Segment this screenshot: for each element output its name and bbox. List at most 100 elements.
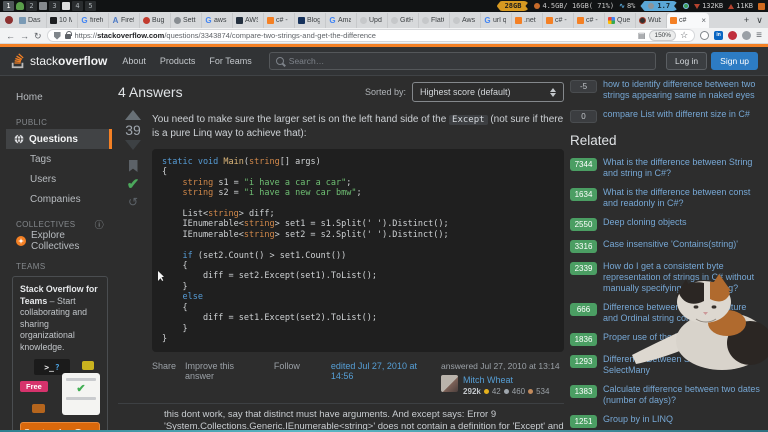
avatar[interactable] bbox=[441, 375, 459, 393]
back-button[interactable]: ← bbox=[6, 29, 15, 43]
browser-tab[interactable]: 10 M bbox=[47, 13, 78, 28]
improve-answer-link[interactable]: Improve this answer bbox=[185, 361, 265, 381]
workspace-number[interactable]: 3 bbox=[49, 1, 60, 11]
workspace-number[interactable]: 2 bbox=[26, 1, 37, 11]
https-lock-icon[interactable] bbox=[64, 31, 72, 39]
header-nav-link[interactable]: For Teams bbox=[202, 56, 258, 66]
bookmark-star-icon[interactable]: ☆ bbox=[680, 30, 688, 41]
browser-tab[interactable]: Setti bbox=[171, 13, 202, 28]
signup-button[interactable]: Sign up bbox=[711, 52, 758, 70]
browser-tab[interactable]: Blog bbox=[295, 13, 326, 28]
tab-close-icon[interactable]: × bbox=[701, 16, 706, 25]
workspace-item[interactable]: 1 bbox=[3, 1, 24, 11]
tab-list-dropdown[interactable]: ∨ bbox=[753, 13, 766, 28]
browser-tab[interactable]: Ama bbox=[326, 13, 357, 28]
tab-favicon bbox=[639, 17, 646, 24]
workspace-number[interactable]: 4 bbox=[72, 1, 83, 11]
sidebar-item-tags[interactable]: Tags bbox=[6, 149, 112, 169]
question-link[interactable]: compare List with different size in C# bbox=[603, 109, 750, 123]
author-stats: 292k 42 460 534 bbox=[463, 387, 549, 396]
question-link[interactable]: Case insensitive 'Contains(string)' bbox=[603, 239, 738, 253]
question-link[interactable]: Calculate difference between two dates (… bbox=[603, 384, 762, 406]
edited-timestamp-link[interactable]: edited Jul 27, 2010 at 14:56 bbox=[331, 361, 441, 381]
browser-tab[interactable]: Firef bbox=[109, 13, 140, 28]
browser-tab[interactable]: AWS bbox=[233, 13, 264, 28]
downvote-button[interactable] bbox=[125, 140, 141, 150]
browser-tab[interactable]: c# - E bbox=[574, 13, 605, 28]
workspace-number[interactable]: 1 bbox=[3, 1, 14, 11]
extension-clock-icon[interactable] bbox=[700, 31, 710, 40]
browser-tab[interactable]: Quer bbox=[605, 13, 636, 28]
new-tab-button[interactable]: + bbox=[740, 13, 753, 28]
reload-button[interactable]: ↻ bbox=[34, 29, 42, 43]
browser-tab[interactable]: Upd bbox=[357, 13, 388, 28]
reputation-score: 292k bbox=[463, 387, 481, 397]
silver-badge-count: 460 bbox=[511, 387, 526, 397]
explore-collectives-label: Explore Collectives bbox=[31, 230, 80, 252]
sidebar-item-companies[interactable]: Companies bbox=[6, 189, 112, 209]
extension-linkedin-icon[interactable] bbox=[714, 31, 724, 40]
reader-mode-icon[interactable]: ▤ bbox=[638, 31, 646, 40]
bookmark-icon[interactable] bbox=[128, 160, 138, 172]
share-link[interactable]: Share bbox=[152, 361, 176, 371]
free-badge: Free bbox=[20, 381, 48, 392]
sidebar-item-users[interactable]: Users bbox=[6, 169, 112, 189]
browser-tab[interactable]: Dash bbox=[16, 13, 47, 28]
url-path: /questions/3343874/compare-two-strings-a… bbox=[164, 31, 376, 40]
browser-tab[interactable]: FlatC bbox=[419, 13, 450, 28]
workspace-item[interactable]: 5 bbox=[85, 1, 96, 11]
sidebar-item-explore-collectives[interactable]: Explore Collectives bbox=[6, 230, 112, 252]
follow-link[interactable]: Follow bbox=[274, 361, 300, 371]
question-link[interactable]: What is the difference between const and… bbox=[603, 187, 762, 209]
workspace-item[interactable]: 2 bbox=[26, 1, 47, 11]
header-nav-link[interactable]: Products bbox=[153, 56, 203, 66]
activity-history-icon[interactable]: ↺ bbox=[128, 196, 138, 208]
browser-tab[interactable]: c# × bbox=[667, 13, 709, 28]
tab-title: c# - E bbox=[586, 17, 599, 24]
tab-favicon bbox=[360, 17, 367, 24]
browser-tab[interactable]: firefo bbox=[78, 13, 109, 28]
site-logo[interactable]: stackoverflow bbox=[10, 52, 107, 70]
workspace-item[interactable]: 4 bbox=[72, 1, 83, 11]
forward-button[interactable]: → bbox=[20, 29, 29, 43]
upvote-button[interactable] bbox=[125, 110, 141, 120]
extension-pocket-icon[interactable] bbox=[728, 31, 738, 40]
question-link[interactable]: how to identify difference between two s… bbox=[603, 79, 762, 101]
profile-icon[interactable] bbox=[742, 31, 752, 40]
question-score-badge: 0 bbox=[570, 110, 597, 123]
question-link[interactable]: Deep cloning objects bbox=[603, 217, 687, 231]
workspace-item[interactable]: 3 bbox=[49, 1, 70, 11]
browser-tab[interactable]: Wubi bbox=[636, 13, 667, 28]
question-score-badge: 2339 bbox=[570, 262, 597, 275]
browser-tab[interactable]: GitH bbox=[388, 13, 419, 28]
address-bar[interactable]: https://stackoverflow.com/questions/3343… bbox=[46, 29, 696, 42]
system-status-bar: 1 2 3 4 5 28GB 4.5GB/ 16GB(71%) ∿ 8% 1.… bbox=[0, 0, 768, 12]
sidebar-item-home[interactable]: Home bbox=[6, 87, 112, 107]
answers-count-heading: 4 Answers bbox=[118, 84, 183, 100]
sort-dropdown[interactable]: Highest score (default) bbox=[412, 82, 564, 102]
zoom-level-badge[interactable]: 150% bbox=[649, 30, 677, 41]
search-input[interactable] bbox=[288, 56, 649, 66]
search-bar[interactable] bbox=[268, 52, 656, 70]
browser-tab[interactable]: c# - C bbox=[264, 13, 295, 28]
browser-tab[interactable]: url q bbox=[481, 13, 512, 28]
browser-menu-icon[interactable]: ≡ bbox=[756, 30, 762, 41]
browser-tab[interactable]: c# - E bbox=[543, 13, 574, 28]
browser-tab[interactable]: .net - bbox=[512, 13, 543, 28]
question-link[interactable]: What is the difference between String an… bbox=[603, 157, 762, 179]
sidebar-item-questions[interactable]: Questions bbox=[6, 129, 112, 149]
tracking-shield-icon[interactable] bbox=[53, 31, 61, 40]
header-nav-link[interactable]: About bbox=[115, 56, 153, 66]
bronze-badge-count: 534 bbox=[536, 387, 550, 397]
browser-tab[interactable]: Bug L bbox=[140, 13, 171, 28]
tab-favicon bbox=[19, 17, 26, 24]
browser-tab[interactable]: aws n bbox=[202, 13, 233, 28]
question-link[interactable]: Group by in LINQ bbox=[603, 414, 673, 428]
author-name-link[interactable]: Mitch Wheat bbox=[463, 375, 549, 385]
related-question: 1251 Group by in LINQ bbox=[570, 414, 762, 428]
browser-tab[interactable]: Awsl bbox=[450, 13, 481, 28]
logo-stack: stack bbox=[30, 54, 59, 68]
workspace-number[interactable]: 5 bbox=[85, 1, 96, 11]
login-button[interactable]: Log in bbox=[665, 52, 708, 70]
tab-favicon bbox=[608, 17, 615, 24]
